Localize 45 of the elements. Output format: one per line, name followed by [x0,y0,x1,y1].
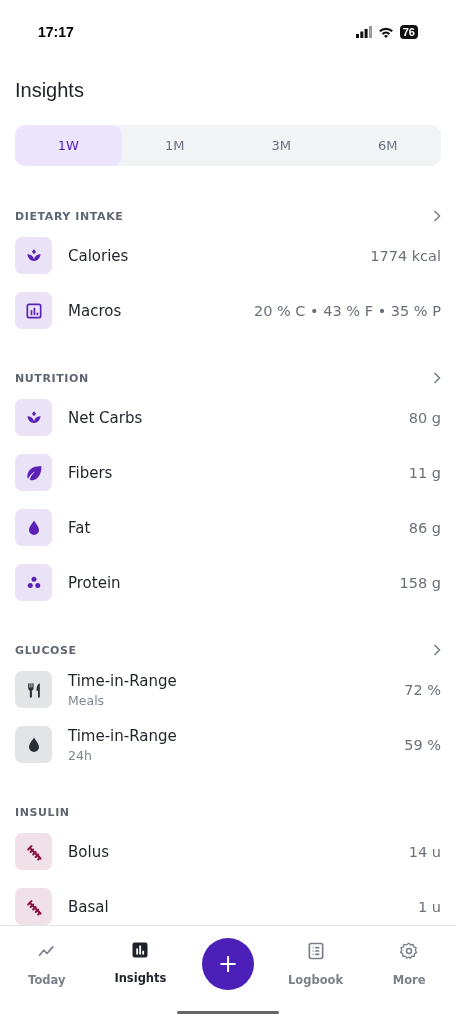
wifi-icon [377,26,394,38]
signal-icon [355,26,372,38]
nav-tab[interactable]: More [362,926,456,1006]
section-header: DIETARY INTAKE [15,209,124,223]
add-button[interactable]: + [202,938,254,990]
row-label: Time-in-Range [68,671,178,690]
bar-chart-icon [131,941,150,959]
row-label: Fibers [68,463,114,482]
chevron-right-icon[interactable] [433,210,441,222]
row-label: Protein [68,573,122,592]
row-label: Bolus [68,842,110,861]
row-value: 80 g [408,409,441,426]
period-tab[interactable]: 3M [228,125,335,166]
battery-level: 76 [399,25,418,39]
row-label: Macros [68,301,123,320]
row-value: 158 g [399,574,441,591]
row-value: 1774 kcal [370,247,441,264]
row-label: Basal [68,897,110,916]
row-value: 14 u [408,843,441,860]
period-tab[interactable]: 1W [15,125,122,166]
row-value: 59 % [404,736,441,753]
row-label: Time-in-Range [68,726,178,745]
chevron-right-icon[interactable] [433,644,441,656]
row-value: 20 % C • 43 % F • 35 % P [253,302,441,319]
row-value: 11 g [408,464,441,481]
row-value: 86 g [408,519,441,536]
row-sublabel: 24h [68,747,93,763]
row-label: Fat [68,518,92,537]
nav-tab[interactable]: Today [0,926,94,1006]
page-title: Insights [15,78,84,103]
row-value: 72 % [404,681,441,698]
row-value: 1 u [417,898,441,915]
period-tab[interactable]: 6M [334,125,441,166]
section-header: GLUCOSE [15,643,77,657]
section-header: INSULIN [15,805,70,819]
nav-tab[interactable]: Logbook [268,926,363,1006]
row-label: Calories [68,246,130,265]
period-tab[interactable]: 1M [121,125,228,166]
chevron-right-icon[interactable] [433,372,441,384]
section-header: NUTRITION [15,371,89,385]
row-sublabel: Meals [68,692,106,708]
status-time: 17:17 [38,24,74,40]
settings-icon [399,941,420,961]
nav-tab[interactable]: Insights [93,926,188,1006]
row-label: Net Carbs [68,408,144,427]
